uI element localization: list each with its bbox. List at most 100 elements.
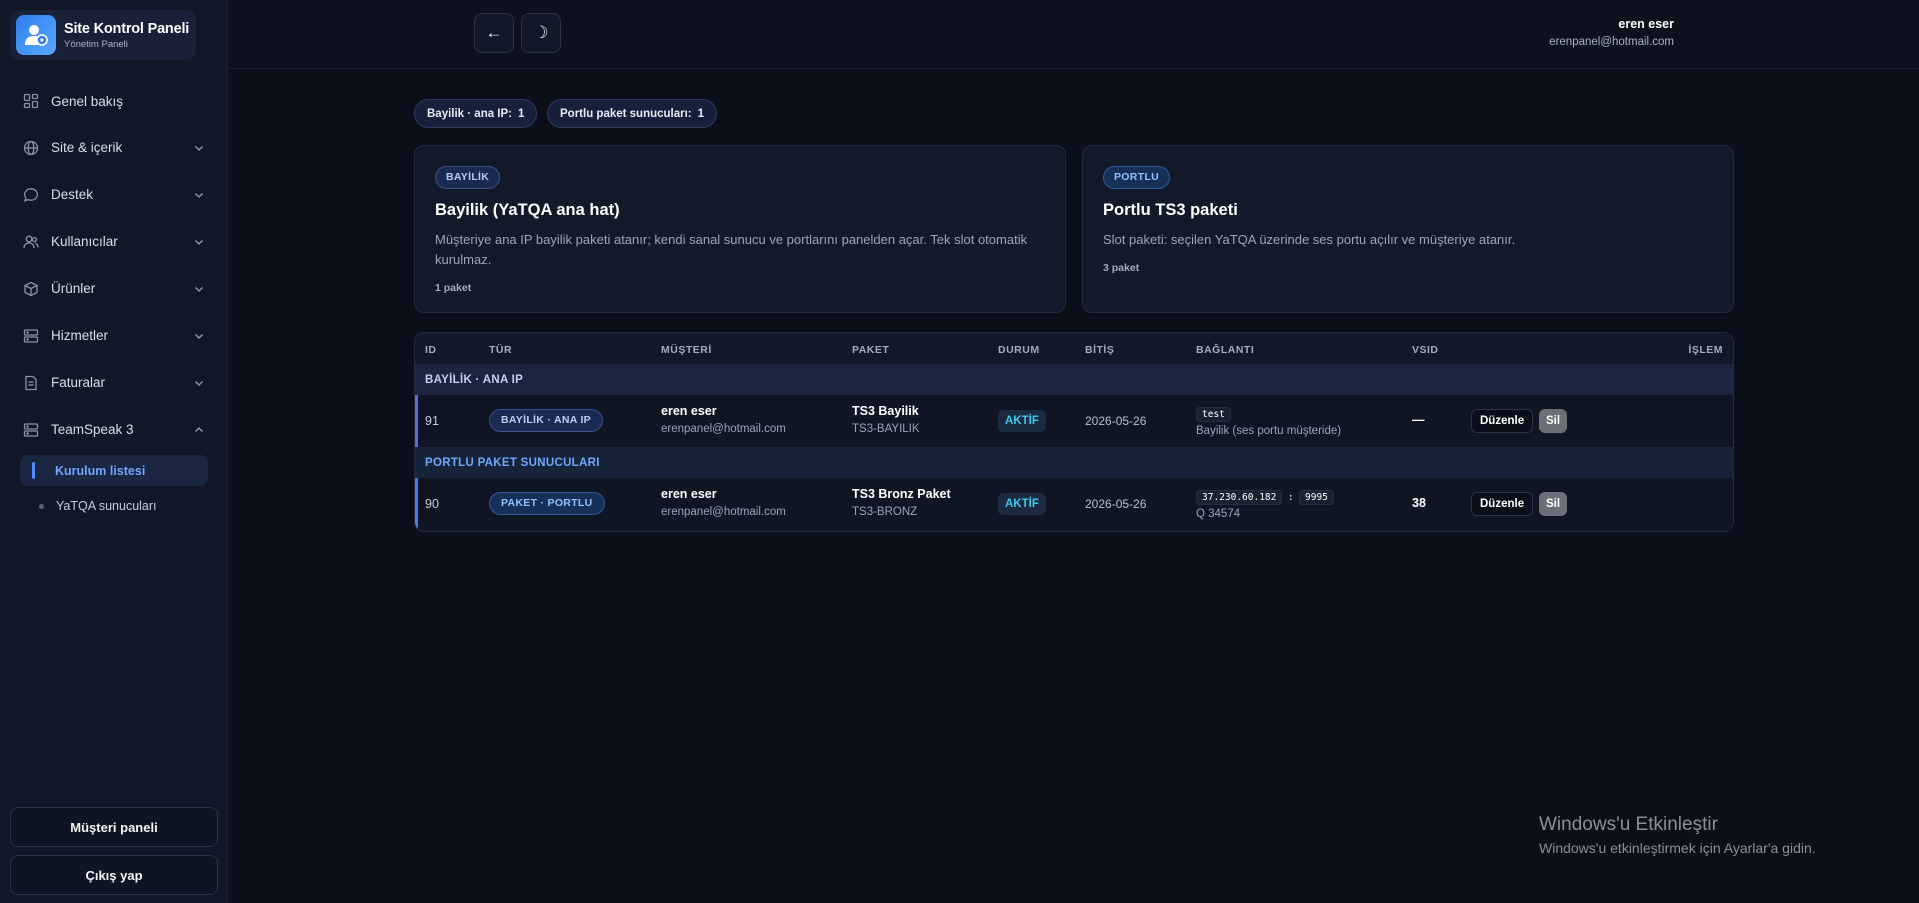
sidebar-nav: Genel bakış Site & içerik Destek Kullanı… [0, 84, 228, 524]
column-header-connection: BAĞLANTI [1196, 344, 1255, 356]
table-row[interactable]: 91 BAYİLİK · ANA IP eren eser erenpanel@… [415, 395, 1733, 447]
stat-value: 1 [697, 107, 705, 120]
chat-icon [22, 186, 40, 204]
server-icon [22, 421, 40, 439]
customer-name: eren eser [661, 404, 717, 418]
sidebar-item-site-icerik[interactable]: Site & içerik [0, 124, 228, 171]
card-count: 3 paket [1103, 262, 1140, 274]
chevron-down-icon [192, 188, 206, 202]
stat-pill-portlu: Portlu paket sunucuları: 1 [547, 99, 718, 128]
sidebar-subitem-label: Kurulum listesi [55, 463, 146, 478]
chevron-up-icon [192, 423, 206, 437]
theme-toggle-button[interactable]: ☽ [521, 13, 561, 53]
stat-label: Bayilik · ana IP: [427, 107, 513, 120]
type-badge: PAKET · PORTLU [489, 492, 605, 515]
column-header-customer: MÜŞTERİ [661, 344, 712, 356]
card-tag: BAYİLİK [435, 166, 501, 189]
logout-button[interactable]: Çıkış yap [10, 855, 218, 895]
customer-email: erenpanel@hotmail.com [661, 506, 786, 518]
customer-panel-button[interactable]: Müşteri paneli [10, 807, 218, 847]
brand-logo-icon [16, 15, 56, 55]
sidebar-item-label: Faturalar [51, 375, 106, 390]
end-date: 2026-05-26 [1085, 497, 1147, 511]
brand[interactable]: Site Kontrol Paneli Yönetim Paneli [10, 10, 196, 60]
installations-table: ID TÜR MÜŞTERİ PAKET DURUM BİTİŞ BAĞLANT… [414, 332, 1734, 532]
chevron-down-icon [192, 141, 206, 155]
customer-name: eren eser [661, 487, 717, 501]
status-badge: AKTİF [998, 410, 1046, 432]
delete-button[interactable]: Sil [1539, 409, 1568, 433]
card-count: 1 paket [435, 282, 472, 294]
table-header: ID TÜR MÜŞTERİ PAKET DURUM BİTİŞ BAĞLANT… [415, 333, 1733, 364]
column-header-vsid: VSID [1412, 344, 1439, 356]
sidebar-item-label: Genel bakış [51, 93, 124, 109]
edit-button[interactable]: Düzenle [1471, 492, 1534, 516]
sidebar-item-hizmetler[interactable]: Hizmetler [0, 312, 228, 359]
sidebar-subitem-yatqa-sunuculari[interactable]: YaTQA sunucuları [20, 488, 228, 524]
box-icon [22, 280, 40, 298]
delete-button[interactable]: Sil [1539, 492, 1568, 516]
sidebar-item-label: Site & içerik [51, 140, 123, 155]
activation-watermark-subtitle: Windows'u etkinleştirmek için Ayarlar'a … [1539, 840, 1816, 856]
sidebar-item-urunler[interactable]: Ürünler [0, 265, 228, 312]
card-title: Portlu TS3 paketi [1103, 201, 1238, 219]
connection-ip: 37.230.60.182 [1196, 490, 1283, 505]
column-header-action: İŞLEM [1688, 344, 1723, 356]
globe-icon [22, 139, 40, 157]
row-id: 90 [425, 497, 439, 511]
vsid: 38 [1412, 496, 1426, 510]
sidebar-item-label: Destek [51, 187, 94, 202]
column-header-end-date: BİTİŞ [1085, 344, 1115, 356]
sidebar-item-teamspeak[interactable]: TeamSpeak 3 [0, 406, 228, 453]
package-code: TS3-BAYILIK [852, 423, 920, 435]
teamspeak-subnav: Kurulum listesi YaTQA sunucuları [0, 455, 228, 524]
card-portlu: PORTLU Portlu TS3 paketi Slot paketi: se… [1082, 145, 1734, 313]
table-row[interactable]: 90 PAKET · PORTLU eren eser erenpanel@ho… [415, 478, 1733, 530]
vsid: — [1412, 413, 1425, 427]
sidebar-subitem-kurulum-listesi[interactable]: Kurulum listesi [20, 455, 208, 486]
card-description: Müşteriye ana IP bayilik paketi atanır; … [435, 232, 1028, 267]
card-description: Slot paketi: seçilen YaTQA üzerinde ses … [1103, 232, 1516, 247]
sidebar-item-faturalar[interactable]: Faturalar [0, 359, 228, 406]
stat-label: Portlu paket sunucuları: [560, 107, 692, 120]
arrow-left-icon: ← [485, 23, 503, 42]
row-accent [415, 395, 418, 447]
user-name[interactable]: eren eser [1618, 17, 1674, 31]
back-button[interactable]: ← [474, 13, 514, 53]
end-date: 2026-05-26 [1085, 414, 1147, 428]
bullet-icon [39, 503, 44, 509]
sidebar-subitem-label: YaTQA sunucuları [56, 499, 157, 513]
connection-code: test [1196, 407, 1231, 422]
card-tag: PORTLU [1103, 166, 1170, 189]
sidebar: Site Kontrol Paneli Yönetim Paneli Genel… [0, 0, 228, 903]
row-id: 91 [425, 414, 439, 428]
card-bayilik: BAYİLİK Bayilik (YaTQA ana hat) Müşteriy… [414, 145, 1066, 313]
chevron-down-icon [192, 329, 206, 343]
server-icon [22, 327, 40, 345]
group-row-bayilik: BAYİLİK · ANA IP [415, 364, 1733, 395]
invoice-icon [22, 374, 40, 392]
edit-button[interactable]: Düzenle [1471, 409, 1534, 433]
brand-title: Site Kontrol Paneli [64, 20, 190, 37]
grid-icon [22, 92, 40, 110]
users-icon [22, 233, 40, 251]
package-code: TS3-BRONZ [852, 506, 918, 518]
row-accent [415, 478, 418, 530]
type-badge: BAYİLİK · ANA IP [489, 409, 603, 432]
customer-email: erenpanel@hotmail.com [661, 423, 786, 435]
sidebar-item-kullanicilar[interactable]: Kullanıcılar [0, 218, 228, 265]
connection-note: Bayilik (ses portu müşteride) [1196, 425, 1342, 437]
topbar: ← ☽ eren eser erenpanel@hotmail.com [228, 0, 1919, 69]
column-header-status: DURUM [998, 344, 1040, 356]
chevron-down-icon [192, 376, 206, 390]
brand-subtitle: Yönetim Paneli [64, 38, 128, 50]
active-indicator [32, 462, 35, 479]
stat-pill-bayilik: Bayilik · ana IP: 1 [414, 99, 538, 128]
package-name: TS3 Bayilik [852, 404, 919, 418]
moon-icon: ☽ [533, 23, 549, 42]
sidebar-item-label: Hizmetler [51, 328, 109, 343]
sidebar-item-genel-bakis[interactable]: Genel bakış [0, 84, 228, 118]
connection-separator: : [1287, 492, 1294, 503]
user-email: erenpanel@hotmail.com [1549, 36, 1674, 48]
sidebar-item-destek[interactable]: Destek [0, 171, 228, 218]
